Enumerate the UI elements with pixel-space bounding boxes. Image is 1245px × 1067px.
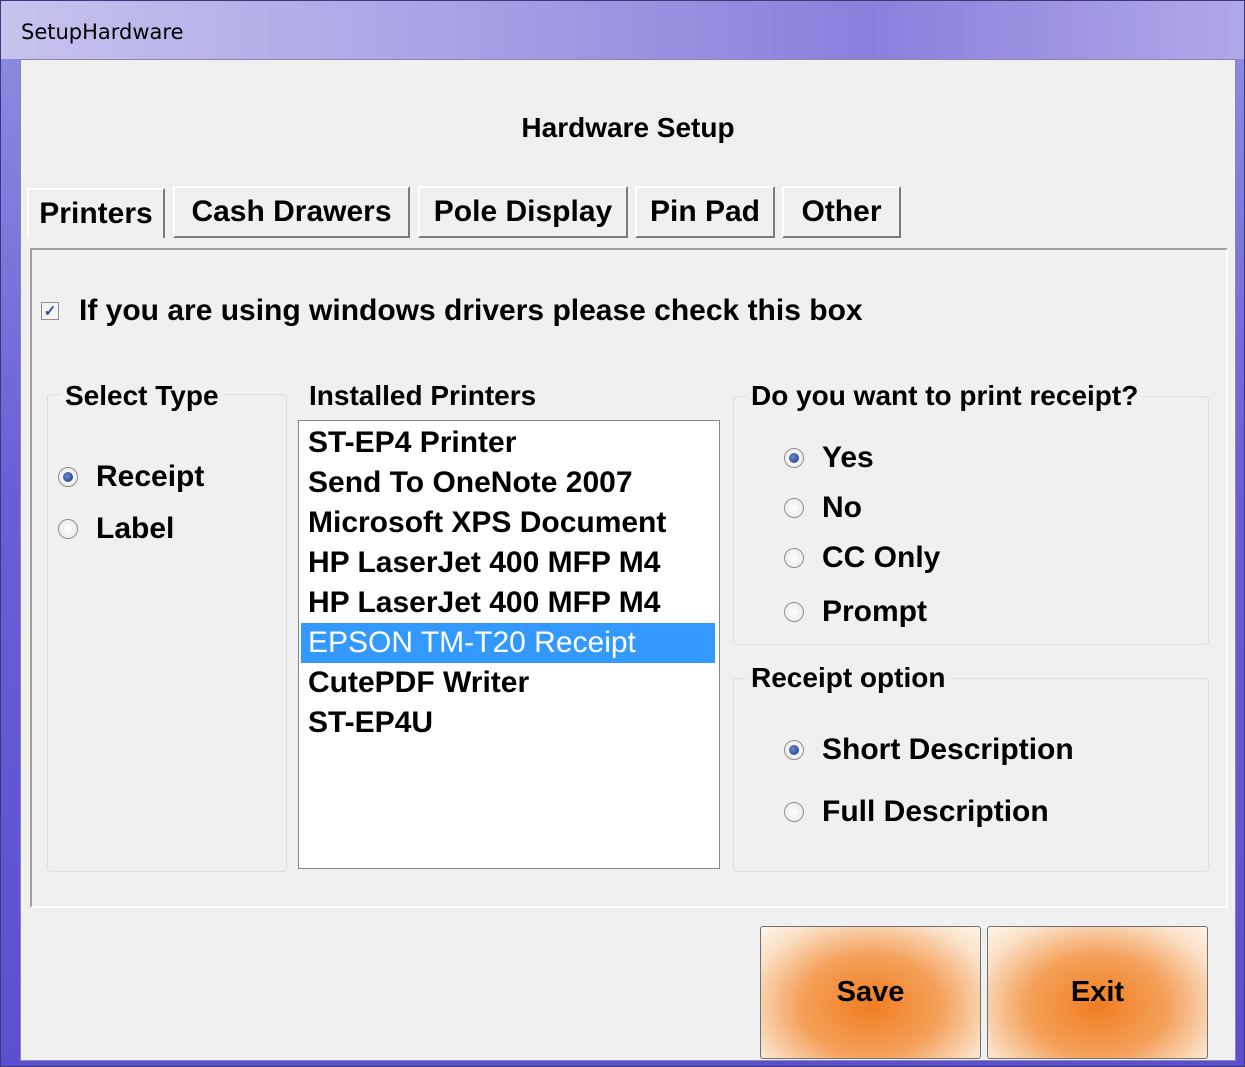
radio-button[interactable] [784,802,804,822]
windows-drivers-label: If you are using windows drivers please … [79,294,863,327]
radio-label: Short Description [822,733,1074,766]
tab-label: Printers [39,197,153,230]
radio-label: Label [96,512,175,545]
radio-prompt[interactable]: Prompt [784,595,927,629]
title-bar[interactable]: SetupHardware [1,1,1244,59]
list-item[interactable]: Send To OneNote 2007 [301,463,715,503]
setup-hardware-window: SetupHardware Hardware Setup Printers Ca… [0,0,1245,1067]
list-item[interactable]: ST-EP4U [301,703,715,743]
installed-printers-label: Installed Printers [309,380,537,411]
list-item[interactable]: HP LaserJet 400 MFP M4 [301,583,715,623]
installed-printers-listbox[interactable]: ST-EP4 Printer Send To OneNote 2007 Micr… [298,420,720,869]
save-button[interactable]: Save [760,926,981,1059]
radio-cc-only[interactable]: CC Only [784,541,940,575]
radio-full-description[interactable]: Full Description [784,795,1049,829]
tab-printers[interactable]: Printers [27,188,165,238]
radio-receipt[interactable]: Receipt [58,460,204,494]
radio-button[interactable] [784,498,804,518]
tab-label: Cash Drawers [191,195,392,228]
checkmark-icon: ✓ [43,302,57,320]
list-item[interactable]: HP LaserJet 400 MFP M4 [301,543,715,583]
radio-label: Yes [822,441,874,474]
client-area: Hardware Setup Printers Cash Drawers Pol… [20,59,1236,1061]
tab-cash-drawers[interactable]: Cash Drawers [173,186,410,238]
tab-label: Other [801,195,882,228]
radio-label: Prompt [822,595,927,628]
tab-pole-display[interactable]: Pole Display [418,186,628,238]
radio-selected-dot [789,453,799,463]
radio-button[interactable] [784,602,804,622]
exit-button-label: Exit [1070,976,1125,1008]
radio-label-type[interactable]: Label [58,512,174,546]
radio-button[interactable] [58,467,78,487]
windows-drivers-checkbox-row[interactable]: ✓ If you are using windows drivers pleas… [41,294,863,328]
radio-label: Receipt [96,460,205,493]
radio-button[interactable] [784,448,804,468]
tab-other[interactable]: Other [782,186,901,238]
tab-pin-pad[interactable]: Pin Pad [635,186,775,238]
page-title: Hardware Setup [521,112,735,143]
radio-label: CC Only [822,541,941,574]
list-item-selected[interactable]: EPSON TM-T20 Receipt [301,623,715,663]
window-title: SetupHardware [21,20,184,44]
print-receipt-title: Do you want to print receipt? [746,380,1144,412]
select-type-title: Select Type [60,380,224,412]
tab-label: Pin Pad [649,195,761,228]
radio-selected-dot [789,745,799,755]
exit-button[interactable]: Exit [987,926,1208,1059]
save-button-label: Save [836,976,905,1008]
radio-yes[interactable]: Yes [784,441,874,475]
radio-short-description[interactable]: Short Description [784,733,1074,767]
radio-no[interactable]: No [784,491,862,525]
receipt-option-title: Receipt option [746,662,951,694]
radio-label: No [822,491,862,524]
radio-button[interactable] [58,519,78,539]
tab-label: Pole Display [433,195,613,228]
list-item[interactable]: CutePDF Writer [301,663,715,703]
radio-button[interactable] [784,548,804,568]
receipt-option-group [733,678,1209,872]
list-item[interactable]: ST-EP4 Printer [301,423,715,463]
radio-label: Full Description [822,795,1049,828]
radio-button[interactable] [784,740,804,760]
radio-selected-dot [63,472,73,482]
list-item[interactable]: Microsoft XPS Document [301,503,715,543]
windows-drivers-checkbox[interactable]: ✓ [41,302,59,320]
